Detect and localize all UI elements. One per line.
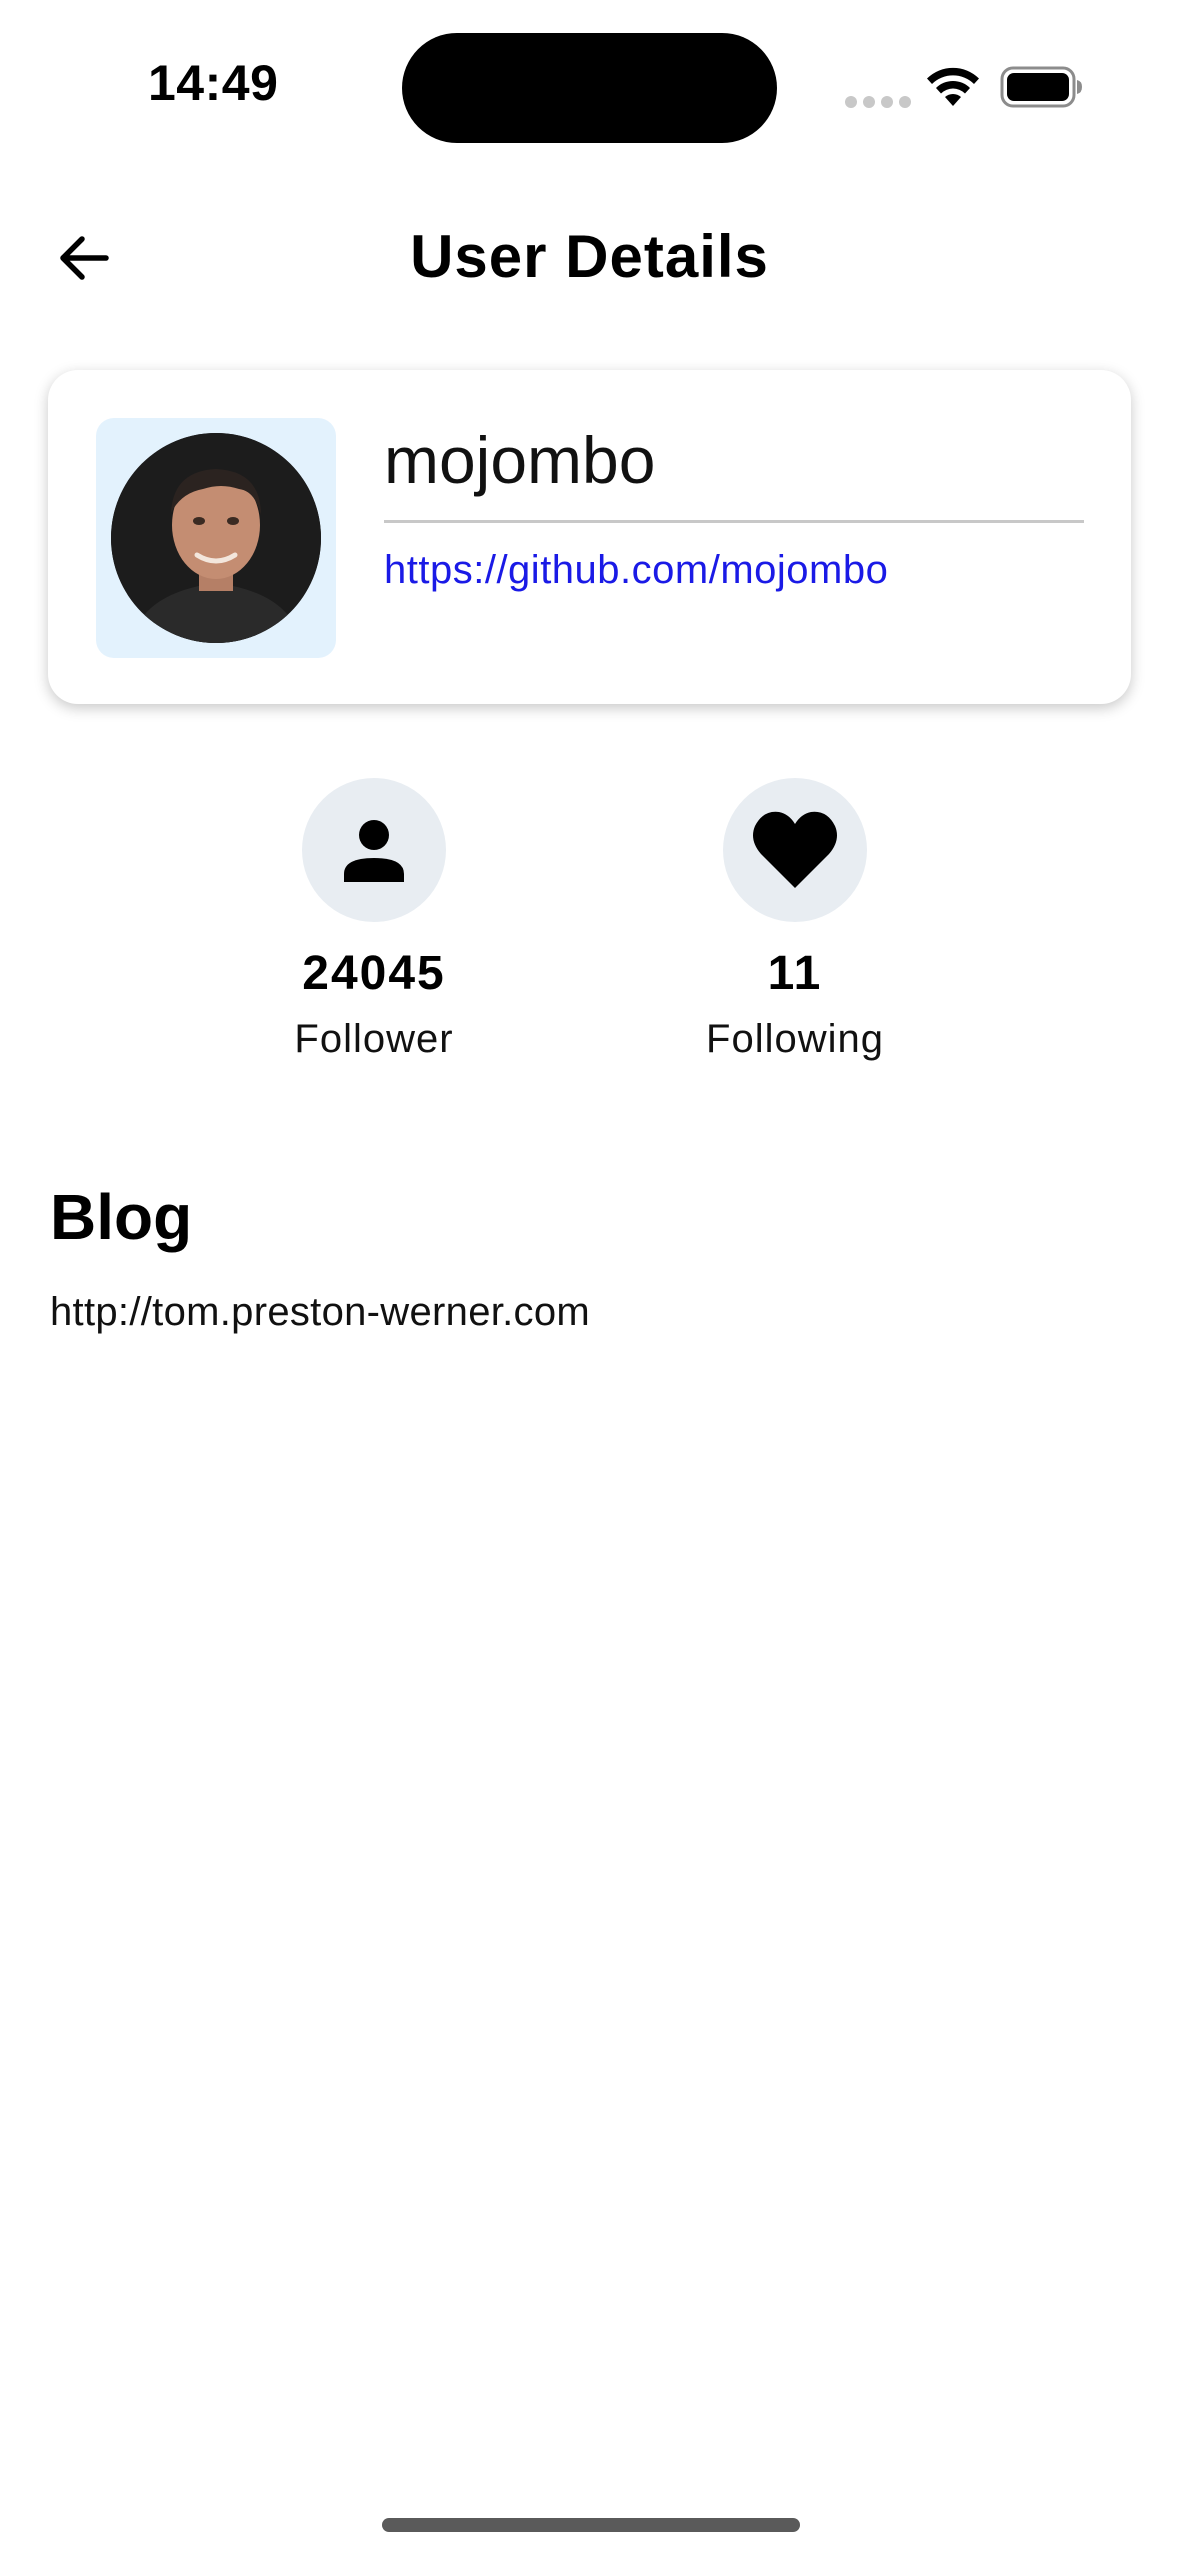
following-label: Following: [706, 1017, 884, 1061]
username-divider: [384, 520, 1084, 523]
follower-count: 24045: [302, 947, 446, 1000]
avatar-frame: [96, 418, 336, 658]
following-stat: 11 Following: [665, 778, 925, 1062]
person-icon: [344, 820, 404, 882]
status-time: 14:49: [148, 55, 279, 111]
avatar: [111, 433, 321, 643]
profile-link[interactable]: https://github.com/mojombo: [384, 548, 888, 593]
follower-stat: 24045 Follower: [244, 778, 504, 1062]
blog-url[interactable]: http://tom.preston-werner.com: [50, 1290, 590, 1335]
avatar-photo: [111, 433, 321, 643]
battery-icon: [1000, 66, 1082, 108]
screen: 14:49 User Details mojombo https://githu…: [0, 0, 1179, 2556]
profile-card: mojombo https://github.com/mojombo: [48, 370, 1131, 704]
following-icon-circle: [723, 778, 867, 922]
blog-heading: Blog: [50, 1181, 193, 1253]
dynamic-island: [402, 33, 777, 143]
page-title: User Details: [410, 223, 769, 290]
follower-icon-circle: [302, 778, 446, 922]
following-count: 11: [767, 947, 823, 1000]
username: mojombo: [384, 423, 656, 497]
home-indicator[interactable]: [382, 2518, 800, 2532]
wifi-icon: [927, 67, 979, 106]
heart-icon: [753, 811, 837, 888]
follower-label: Follower: [294, 1017, 454, 1061]
cellular-signal-icon: [845, 96, 911, 108]
